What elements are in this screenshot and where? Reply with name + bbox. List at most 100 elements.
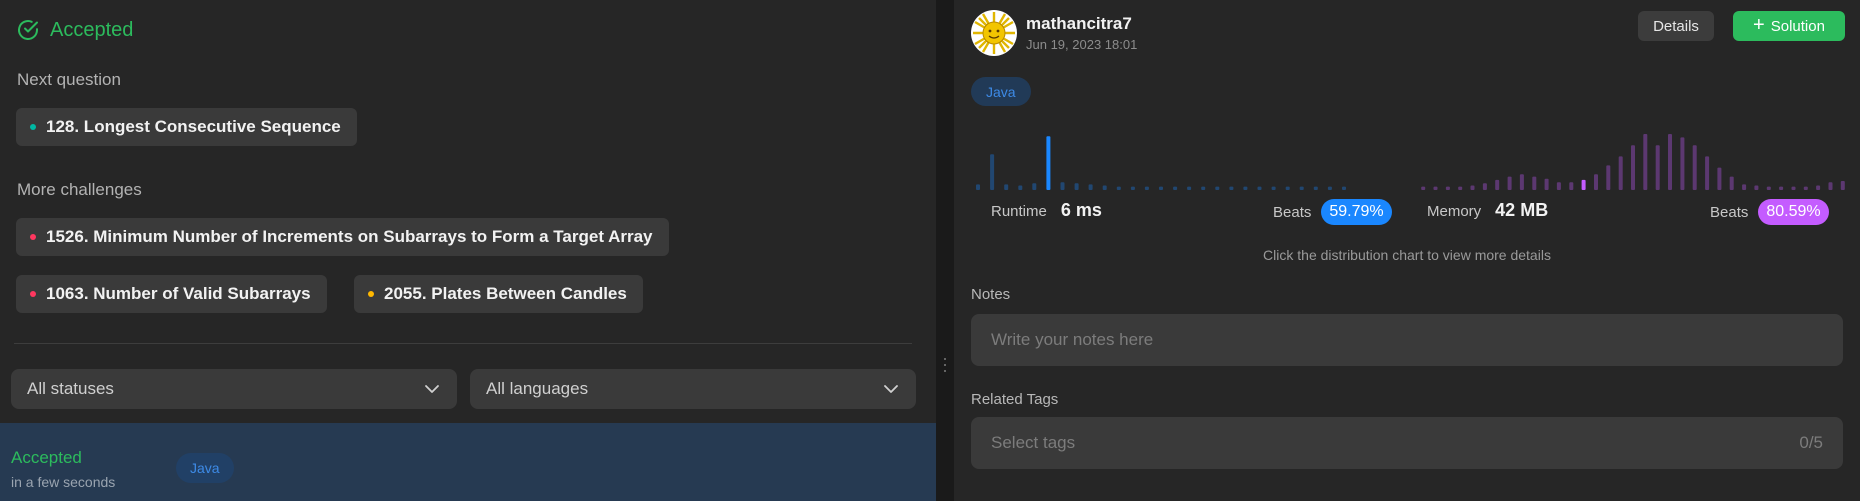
distribution-bar[interactable] [1519,174,1524,190]
challenge-chip[interactable]: 2055. Plates Between Candles [354,275,643,313]
username[interactable]: mathancitra7 [1026,14,1132,34]
distribution-bar[interactable] [1159,186,1163,190]
distribution-bar[interactable] [1215,186,1220,190]
distribution-bar[interactable] [1643,134,1648,190]
distribution-bar[interactable] [1299,186,1304,190]
runtime-beats-badge: 59.79% [1321,199,1392,225]
distribution-bar[interactable] [1144,186,1149,190]
submission-row[interactable] [0,423,936,501]
distribution-bar[interactable] [1271,186,1276,190]
medium-difficulty-dot [368,291,374,297]
distribution-bar[interactable] [1060,182,1065,190]
challenge-chip[interactable]: 1526. Minimum Number of Increments on Su… [16,218,669,256]
distribution-bar[interactable] [1655,145,1660,190]
distribution-bar[interactable] [1229,186,1234,190]
distribution-bar[interactable] [1532,176,1537,190]
memory-stat: Memory 42 MB [1427,200,1548,221]
distribution-bar[interactable] [1421,186,1426,190]
distribution-bar[interactable] [1705,156,1710,190]
runtime-distribution-chart[interactable] [971,128,1351,190]
distribution-bar[interactable] [1285,186,1290,190]
distribution-bar[interactable] [1201,186,1206,190]
hard-difficulty-dot [30,234,36,240]
distribution-bar[interactable] [1791,186,1796,190]
distribution-bar[interactable] [1581,179,1586,190]
distribution-bar[interactable] [1482,183,1487,190]
distribution-bar[interactable] [1717,167,1722,190]
language-filter-select[interactable]: All languages [470,369,916,409]
distribution-bar[interactable] [1754,185,1759,191]
distribution-bar[interactable] [1668,134,1672,190]
distribution-bar[interactable] [1779,186,1784,190]
details-button[interactable]: Details [1638,11,1714,41]
distribution-bar[interactable] [1803,186,1808,190]
distribution-bar[interactable] [1544,178,1549,190]
distribution-bar[interactable] [1495,179,1500,190]
runtime-stat: Runtime 6 ms [991,200,1102,221]
distribution-bar[interactable] [1257,186,1262,190]
distribution-bar[interactable] [1187,186,1192,190]
distribution-bar[interactable] [1742,184,1747,190]
distribution-bar[interactable] [1680,137,1685,190]
distribution-bar[interactable] [1556,182,1561,190]
distribution-bar[interactable] [1032,183,1037,190]
distribution-bar[interactable] [1433,186,1438,190]
distribution-bar[interactable] [1840,181,1845,190]
distribution-bar[interactable] [1606,165,1611,190]
status-filter-select[interactable]: All statuses [11,369,457,409]
distribution-bar[interactable] [1173,186,1178,190]
challenge-chip[interactable]: 1063. Number of Valid Subarrays [16,275,327,313]
distribution-bar[interactable] [1692,145,1697,190]
avatar[interactable] [971,10,1017,56]
distribution-bar[interactable] [1631,145,1635,190]
panel-splitter[interactable] [936,0,954,501]
next-question-chip[interactable]: 128. Longest Consecutive Sequence [16,108,357,146]
distribution-bar[interactable] [1243,186,1248,190]
distribution-bar[interactable] [1130,186,1135,190]
accepted-header: Accepted [16,18,133,42]
submission-detail-panel: mathancitra7 Jun 19, 2023 18:01 Details … [954,0,1860,501]
distribution-bar[interactable] [1313,186,1318,190]
tags-select[interactable]: Select tags 0/5 [971,417,1843,469]
memory-beats-badge: 80.59% [1758,199,1829,225]
distribution-bar[interactable] [1342,186,1346,190]
notes-label: Notes [971,286,1011,303]
notes-input[interactable]: Write your notes here [971,314,1843,366]
chevron-down-icon [884,385,898,393]
distribution-bar[interactable] [1018,185,1023,191]
distribution-bar[interactable] [1046,136,1051,190]
post-solution-button[interactable]: + Solution [1733,11,1845,41]
distribution-bar[interactable] [1507,176,1512,190]
drag-handle-icon[interactable] [944,356,946,374]
distribution-bar[interactable] [1116,186,1121,190]
memory-value: 42 MB [1495,200,1549,220]
accepted-status: Accepted [50,18,134,41]
distribution-bar[interactable] [1828,182,1833,190]
distribution-bar[interactable] [1618,156,1623,190]
distribution-bar[interactable] [1088,184,1093,190]
memory-distribution-chart[interactable] [1417,128,1849,190]
distribution-bar[interactable] [1445,186,1450,190]
distribution-bar[interactable] [1004,184,1009,190]
distribution-bar[interactable] [1074,183,1079,190]
distribution-bar[interactable] [1470,185,1475,191]
runtime-value: 6 ms [1060,200,1102,220]
distribution-bar[interactable] [1458,186,1463,190]
distribution-bar[interactable] [1327,186,1332,190]
status-filter-value: All statuses [27,379,114,398]
next-question-title: 128. Longest Consecutive Sequence [46,117,341,136]
distribution-bar[interactable] [1816,185,1821,191]
distribution-bar[interactable] [1569,182,1574,190]
submission-date: Jun 19, 2023 18:01 [1026,37,1138,52]
distribution-bar[interactable] [1594,174,1598,190]
distribution-bar[interactable] [1766,186,1771,190]
solution-label: Solution [1770,17,1825,35]
easy-difficulty-dot [30,124,36,130]
distribution-bar[interactable] [1102,185,1107,191]
distribution-bar[interactable] [990,154,995,190]
submission-status[interactable]: Accepted [11,448,82,468]
distribution-bar[interactable] [976,184,980,190]
distribution-bar[interactable] [1729,176,1734,190]
related-tags-label: Related Tags [971,391,1059,408]
more-challenges-label: More challenges [17,180,142,199]
